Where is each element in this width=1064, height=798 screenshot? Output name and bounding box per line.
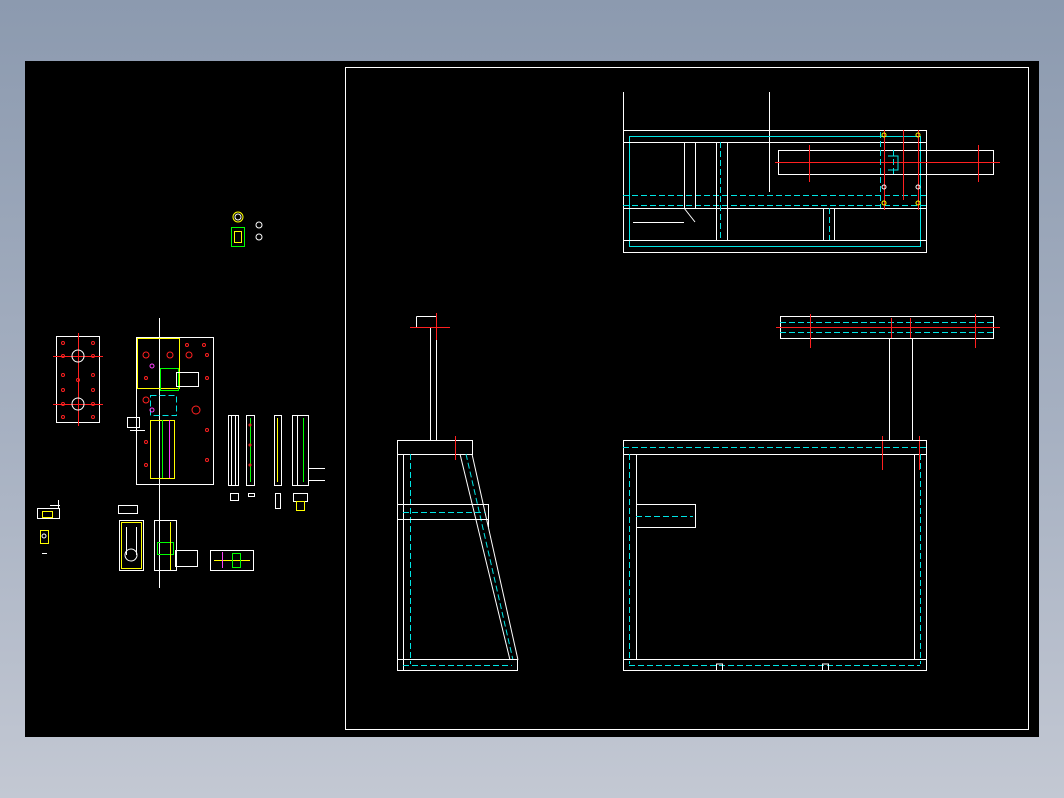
side-view bbox=[397, 313, 519, 671]
mounting-plate bbox=[53, 333, 103, 426]
drawing-canvas[interactable]: .w { stroke:#ffffff; stroke-width:1; fil… bbox=[25, 61, 1039, 737]
left-small-part bbox=[37, 500, 60, 554]
cad-viewport[interactable]: .w { stroke:#ffffff; stroke-width:1; fil… bbox=[25, 61, 1039, 737]
rail-parts bbox=[228, 415, 325, 511]
top-view bbox=[623, 92, 1000, 253]
front-view bbox=[623, 314, 1000, 671]
small-parts bbox=[231, 211, 263, 247]
base-block bbox=[118, 505, 254, 571]
